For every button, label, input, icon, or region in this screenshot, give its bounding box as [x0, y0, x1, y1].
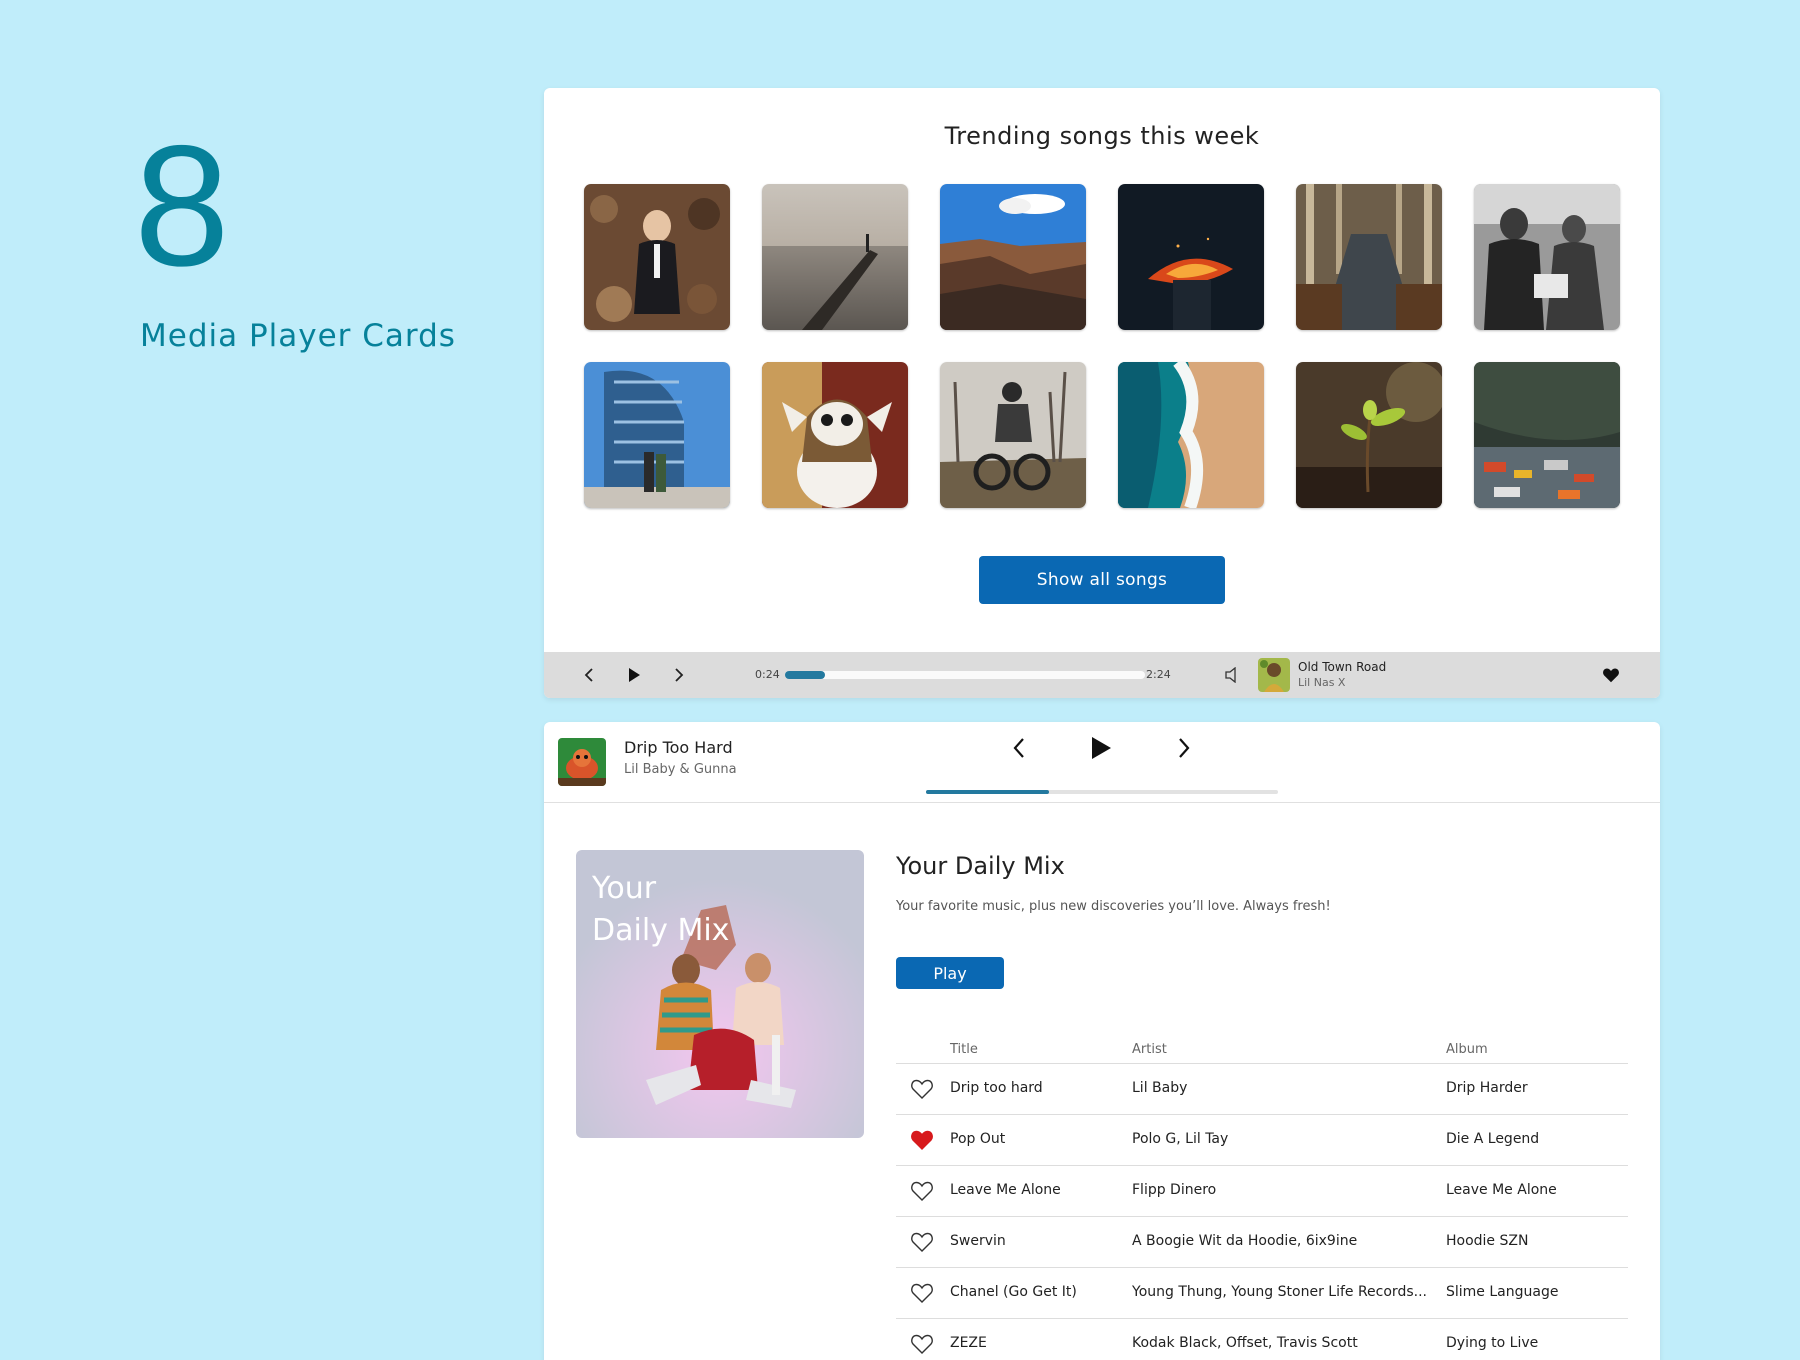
track-title: Chanel (Go Get It)	[950, 1284, 1077, 1300]
song-tile[interactable]	[762, 184, 908, 330]
song-tile-grid	[584, 184, 1620, 508]
track-artist: A Boogie Wit da Hoodie, 6ix9ine	[1132, 1233, 1358, 1249]
track-title: Drip too hard	[950, 1080, 1043, 1096]
now-playing-title: Old Town Road	[1298, 660, 1387, 674]
art-line-2: Daily Mix	[592, 913, 730, 948]
track-album: Die A Legend	[1446, 1131, 1540, 1147]
song-tile[interactable]	[940, 362, 1086, 508]
song-tile[interactable]	[762, 362, 908, 508]
daily-mix-card: Drip Too Hard Lil Baby & Gunna Your Dail…	[544, 722, 1660, 1360]
trending-card: Trending songs this week Show all songs …	[544, 88, 1660, 698]
heart-icon[interactable]	[910, 1129, 934, 1151]
chevron-left-icon[interactable]	[1004, 728, 1034, 768]
column-album: Album	[1446, 1042, 1488, 1057]
track-table: Title Artist Album Drip too hard Lil Baby…	[896, 1032, 1628, 1360]
track-artist: Young Thung, Young Stoner Life Records..…	[1132, 1284, 1427, 1300]
track-artist: Kodak Black, Offset, Travis Scott	[1132, 1335, 1358, 1351]
heart-icon[interactable]	[910, 1333, 934, 1355]
speaker-icon[interactable]	[1217, 652, 1247, 698]
trending-title: Trending songs this week	[944, 122, 1260, 150]
song-tile[interactable]	[584, 362, 730, 508]
daily-mix-art-label: Your Daily Mix	[592, 868, 792, 952]
chevron-right-icon[interactable]	[664, 652, 694, 698]
heart-icon[interactable]	[910, 1180, 934, 1202]
track-title: Leave Me Alone	[950, 1182, 1061, 1198]
track-album: Drip Harder	[1446, 1080, 1528, 1096]
current-track-artist: Lil Baby & Gunna	[624, 762, 737, 777]
track-album: Leave Me Alone	[1446, 1182, 1557, 1198]
heart-icon[interactable]	[1596, 652, 1626, 698]
table-header: Title Artist Album	[896, 1032, 1628, 1064]
track-album: Dying to Live	[1446, 1335, 1539, 1351]
track-artist: Flipp Dinero	[1132, 1182, 1217, 1198]
heart-icon[interactable]	[910, 1231, 934, 1253]
current-track-art	[558, 738, 606, 786]
track-progress[interactable]	[926, 790, 1278, 794]
elapsed-time: 0:24	[755, 668, 780, 681]
track-album: Slime Language	[1446, 1284, 1559, 1300]
divider	[544, 802, 1660, 803]
column-title: Title	[950, 1042, 978, 1057]
song-tile[interactable]	[1474, 362, 1620, 508]
art-line-1: Your	[592, 871, 657, 906]
chevron-right-icon[interactable]	[1169, 728, 1199, 768]
heart-icon[interactable]	[910, 1078, 934, 1100]
show-all-songs-button[interactable]: Show all songs	[979, 556, 1225, 604]
now-playing-artist: Lil Nas X	[1298, 676, 1346, 689]
track-title: Pop Out	[950, 1131, 1006, 1147]
track-artist: Polo G, Lil Tay	[1132, 1131, 1229, 1147]
song-tile[interactable]	[1474, 184, 1620, 330]
table-row[interactable]: Drip too hard Lil Baby Drip Harder	[896, 1064, 1628, 1115]
hero-number: 8	[134, 110, 230, 302]
table-row[interactable]: Leave Me Alone Flipp Dinero Leave Me Alone	[896, 1166, 1628, 1217]
song-tile[interactable]	[584, 184, 730, 330]
seek-slider[interactable]	[785, 671, 1145, 679]
track-title: Swervin	[950, 1233, 1006, 1249]
daily-mix-art[interactable]: Your Daily Mix	[576, 850, 864, 1138]
play-button[interactable]: Play	[896, 957, 1004, 989]
chevron-left-icon[interactable]	[574, 652, 604, 698]
daily-mix-description: Your favorite music, plus new discoverie…	[896, 899, 1331, 914]
current-track-title: Drip Too Hard	[624, 738, 733, 757]
song-tile[interactable]	[1296, 184, 1442, 330]
daily-mix-heading: Your Daily Mix	[896, 852, 1065, 880]
track-progress-fill	[926, 790, 1050, 794]
duration-time: 2:24	[1146, 668, 1171, 681]
table-row[interactable]: ZEZE Kodak Black, Offset, Travis Scott Dyi…	[896, 1319, 1628, 1360]
table-row[interactable]: Swervin A Boogie Wit da Hoodie, 6ix9ine Ho…	[896, 1217, 1628, 1268]
player-bar: 0:24 2:24 Old Town Road Lil Nas X	[544, 652, 1660, 698]
heart-icon[interactable]	[910, 1282, 934, 1304]
song-tile[interactable]	[1118, 184, 1264, 330]
hero-label: Media Player Cards	[140, 318, 456, 354]
column-artist: Artist	[1132, 1042, 1167, 1057]
play-icon[interactable]	[619, 652, 649, 698]
song-tile[interactable]	[1296, 362, 1442, 508]
table-row[interactable]: Chanel (Go Get It) Young Thung, Young Sto…	[896, 1268, 1628, 1319]
track-title: ZEZE	[950, 1335, 987, 1351]
song-tile[interactable]	[940, 184, 1086, 330]
seek-fill	[785, 671, 825, 679]
track-album: Hoodie SZN	[1446, 1233, 1529, 1249]
now-playing-art	[1258, 658, 1290, 692]
table-row[interactable]: Pop Out Polo G, Lil Tay Die A Legend	[896, 1115, 1628, 1166]
play-icon[interactable]	[1086, 728, 1116, 768]
song-tile[interactable]	[1118, 362, 1264, 508]
track-artist: Lil Baby	[1132, 1080, 1188, 1096]
